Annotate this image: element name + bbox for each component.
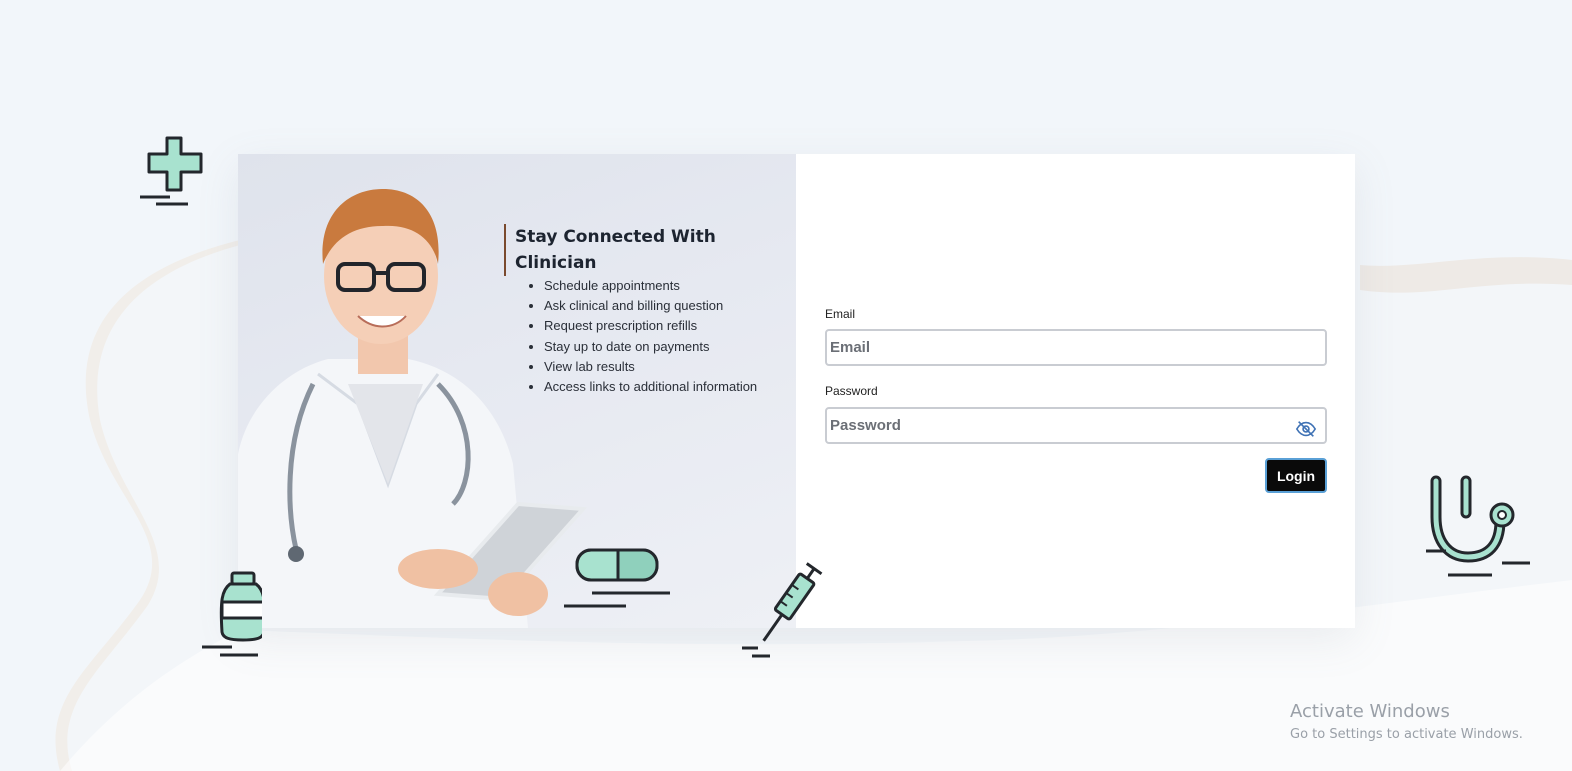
pill-capsule-icon [564,548,670,608]
feature-list: Schedule appointments Ask clinical and b… [526,276,757,397]
stethoscope-icon [1426,475,1530,577]
watermark-subtitle: Go to Settings to activate Windows. [1290,727,1523,742]
hero-title: Stay Connected With Clinician [504,224,796,276]
medicine-bottle-icon [202,571,262,657]
eye-slash-icon[interactable] [1295,418,1317,440]
login-form: Email Password Login [825,154,1327,628]
feature-item: Ask clinical and billing question [544,296,757,316]
password-field[interactable] [825,407,1327,444]
syringe-icon [742,562,823,658]
email-field[interactable] [825,329,1327,366]
feature-item: Access links to additional information [544,377,757,397]
login-card: Stay Connected With Clinician Schedule a… [238,154,1355,628]
email-label: Email [825,307,856,321]
login-page: Stay Connected With Clinician Schedule a… [0,0,1572,771]
medical-cross-icon [140,136,203,206]
feature-item: Request prescription refills [544,316,757,336]
login-button[interactable]: Login [1265,458,1327,493]
password-label: Password [825,384,878,398]
watermark-title: Activate Windows [1290,701,1450,722]
feature-item: Stay up to date on payments [544,337,757,357]
feature-item: View lab results [544,357,757,377]
hero-panel: Stay Connected With Clinician Schedule a… [238,154,796,628]
windows-activation-watermark: Activate Windows Go to Settings to activ… [1290,700,1523,746]
feature-item: Schedule appointments [544,276,757,296]
